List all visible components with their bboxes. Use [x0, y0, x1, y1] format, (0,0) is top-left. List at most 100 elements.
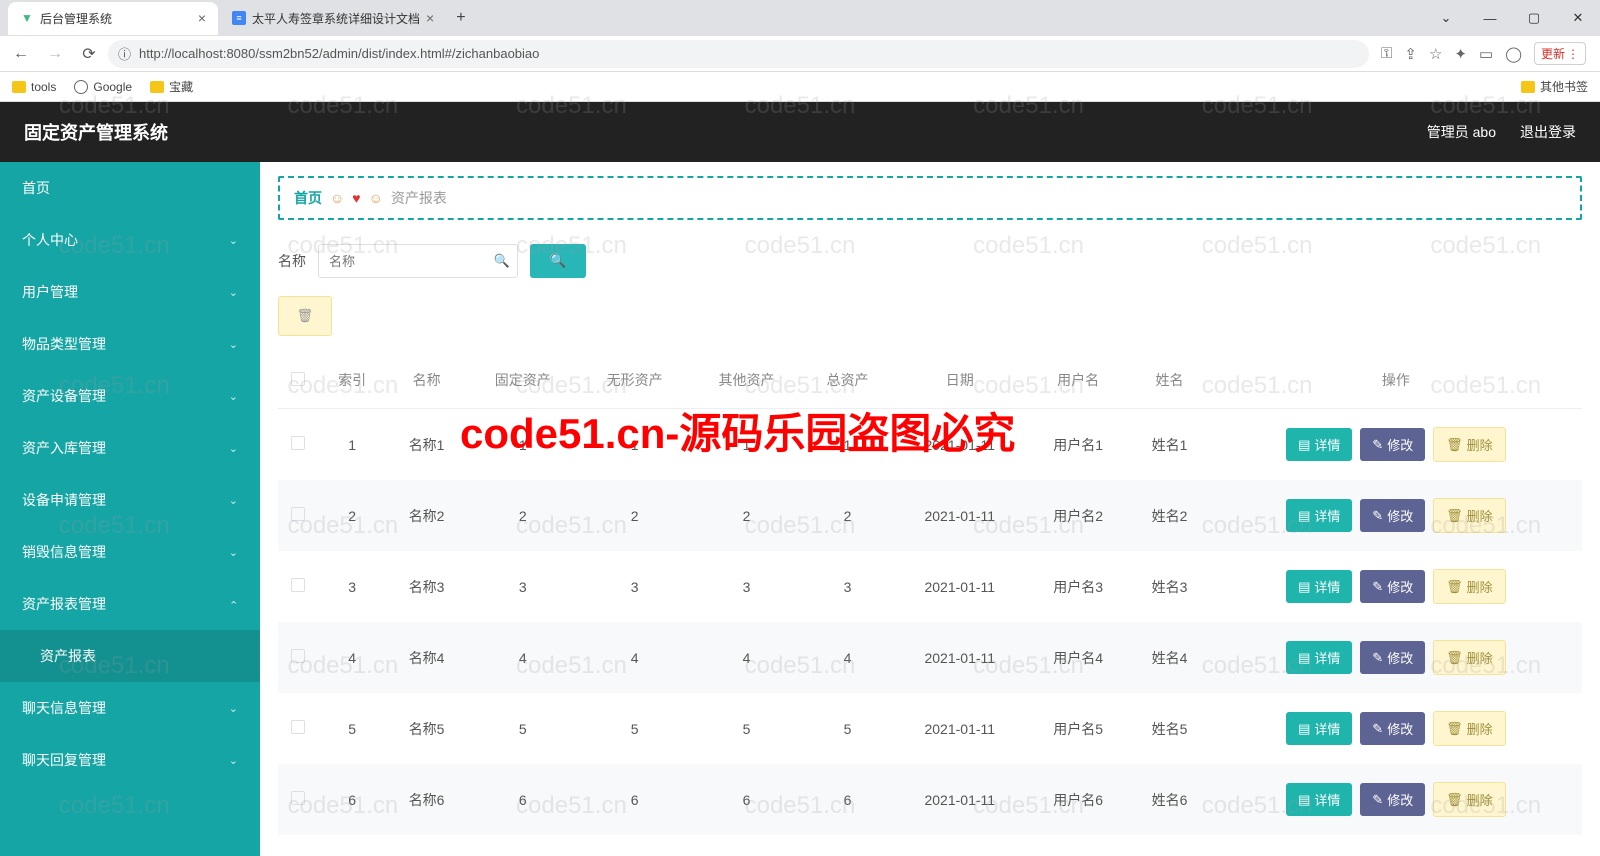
forward-button[interactable]: → — [40, 39, 70, 69]
detail-button[interactable]: ▤详情 — [1286, 570, 1352, 603]
back-button[interactable]: ← — [6, 39, 36, 69]
profile-icon[interactable]: ◯ — [1505, 45, 1522, 63]
sidebar-item-label: 资产报表管理 — [22, 594, 106, 614]
cell-user: 用户名6 — [1027, 764, 1129, 835]
sidebar-item[interactable]: 聊天信息管理⌄ — [0, 682, 260, 734]
row-checkbox[interactable] — [291, 649, 305, 663]
close-icon[interactable]: × — [198, 10, 206, 26]
cell-user: 用户名4 — [1027, 622, 1129, 693]
delete-button[interactable]: 🗑删除 — [1433, 498, 1506, 533]
detail-button[interactable]: ▤详情 — [1286, 783, 1352, 816]
sidebar-item[interactable]: 设备申请管理⌄ — [0, 474, 260, 526]
browser-tab-active[interactable]: ▼ 后台管理系统 × — [8, 2, 218, 35]
row-checkbox[interactable] — [291, 436, 305, 450]
checkbox-all[interactable] — [291, 372, 305, 386]
detail-button[interactable]: ▤详情 — [1286, 499, 1352, 532]
cell-real: 姓名2 — [1129, 480, 1209, 551]
pencil-icon: ✎ — [1372, 721, 1383, 737]
cell-total: 2 — [802, 480, 892, 551]
cell-ops: ▤详情 ✎修改 🗑删除 — [1210, 693, 1582, 764]
chevron-down-icon: ⌄ — [229, 442, 238, 455]
search-label: 名称 — [278, 251, 306, 271]
pencil-icon: ✎ — [1372, 508, 1383, 524]
new-tab-button[interactable]: + — [448, 5, 473, 31]
cell-user: 用户名2 — [1027, 480, 1129, 551]
close-window-icon[interactable]: ✕ — [1556, 2, 1600, 34]
chevron-down-icon[interactable]: ⌄ — [1424, 2, 1468, 34]
cell-date: 2021-01-11 — [893, 693, 1028, 764]
breadcrumb-home[interactable]: 首页 — [294, 188, 322, 208]
sidebar-item[interactable]: 个人中心⌄ — [0, 214, 260, 266]
sidebar-item[interactable]: 资产报表管理 ⌄ — [0, 578, 260, 630]
main-content: 首页 ☺ ♥ ☺ 资产报表 名称 🔍 🔍 🗑 索引名称固定资产无形资产其他资产总… — [260, 162, 1600, 856]
search-inline-icon[interactable]: 🔍 — [494, 253, 510, 269]
star-icon[interactable]: ☆ — [1429, 45, 1442, 63]
search-input[interactable] — [318, 244, 518, 278]
edit-button[interactable]: ✎修改 — [1360, 783, 1425, 816]
info-icon[interactable]: ⓘ — [118, 44, 131, 63]
edit-button[interactable]: ✎修改 — [1360, 712, 1425, 745]
batch-delete-button[interactable]: 🗑 — [278, 296, 332, 336]
maximize-icon[interactable]: ▢ — [1512, 2, 1556, 34]
user-label[interactable]: 管理员 abo — [1427, 122, 1496, 142]
globe-icon — [74, 80, 88, 94]
delete-button[interactable]: 🗑删除 — [1433, 569, 1506, 604]
delete-button[interactable]: 🗑删除 — [1433, 640, 1506, 675]
trash-icon: 🗑 — [1446, 721, 1463, 737]
search-button[interactable]: 🔍 — [530, 244, 586, 278]
sidebar-item[interactable]: 销毁信息管理⌄ — [0, 526, 260, 578]
edit-button[interactable]: ✎修改 — [1360, 641, 1425, 674]
sidebar-item[interactable]: 用户管理⌄ — [0, 266, 260, 318]
delete-button[interactable]: 🗑删除 — [1433, 427, 1506, 462]
sidebar-item[interactable]: 首页 — [0, 162, 260, 214]
sidebar-item[interactable]: 资产入库管理⌄ — [0, 422, 260, 474]
edit-button[interactable]: ✎修改 — [1360, 499, 1425, 532]
bookmark-item[interactable]: Google — [74, 80, 132, 94]
detail-button[interactable]: ▤详情 — [1286, 641, 1352, 674]
cell-user: 用户名1 — [1027, 409, 1129, 481]
cell-user: 用户名3 — [1027, 551, 1129, 622]
cell-real: 姓名6 — [1129, 764, 1209, 835]
bookmark-item[interactable]: tools — [12, 80, 56, 94]
refresh-button[interactable]: ⟳ — [74, 39, 104, 69]
sidebar-item[interactable]: 资产设备管理⌄ — [0, 370, 260, 422]
smile-icon: ☺ — [330, 190, 344, 206]
close-icon[interactable]: × — [426, 10, 434, 26]
cell-total: 1 — [802, 409, 892, 481]
update-button[interactable]: 更新⋮ — [1534, 42, 1586, 65]
sidebar-subitem[interactable]: 资产报表 — [0, 630, 260, 682]
breadcrumb: 首页 ☺ ♥ ☺ 资产报表 — [278, 176, 1582, 220]
detail-button[interactable]: ▤详情 — [1286, 428, 1352, 461]
sidebar-item[interactable]: 物品类型管理⌄ — [0, 318, 260, 370]
breadcrumb-step: 资产报表 — [391, 188, 447, 208]
sidebar-item[interactable]: 聊天回复管理⌄ — [0, 734, 260, 786]
detail-button[interactable]: ▤详情 — [1286, 712, 1352, 745]
delete-button[interactable]: 🗑删除 — [1433, 782, 1506, 817]
row-checkbox[interactable] — [291, 720, 305, 734]
sidebar-item-label: 设备申请管理 — [22, 490, 106, 510]
edit-button[interactable]: ✎修改 — [1360, 428, 1425, 461]
logout-link[interactable]: 退出登录 — [1520, 122, 1576, 142]
share-icon[interactable]: ⇪ — [1404, 45, 1417, 63]
reading-list-icon[interactable]: ▭ — [1479, 45, 1493, 63]
minimize-icon[interactable]: — — [1468, 2, 1512, 34]
chevron-down-icon: ⌄ — [229, 286, 238, 299]
row-checkbox[interactable] — [291, 507, 305, 521]
cell-date: 2021-01-11 — [893, 409, 1028, 481]
address-bar[interactable]: ⓘ http://localhost:8080/ssm2bn52/admin/d… — [108, 40, 1369, 68]
delete-button[interactable]: 🗑删除 — [1433, 711, 1506, 746]
chevron-down-icon: ⌄ — [229, 598, 238, 611]
extensions-icon[interactable]: ✦ — [1454, 45, 1467, 63]
row-checkbox[interactable] — [291, 791, 305, 805]
sidebar-item-label: 资产设备管理 — [22, 386, 106, 406]
browser-tab-inactive[interactable]: ≡ 太平人寿签章系统详细设计文档 × — [220, 2, 446, 35]
key-icon[interactable]: ⚿ — [1381, 45, 1392, 62]
bookmark-item[interactable]: 宝藏 — [150, 78, 193, 95]
col-header: 无形资产 — [579, 352, 691, 409]
cell-fixed: 6 — [467, 764, 579, 835]
trash-icon: 🗑 — [1446, 437, 1463, 453]
edit-button[interactable]: ✎修改 — [1360, 570, 1425, 603]
row-checkbox[interactable] — [291, 578, 305, 592]
cell-other: 4 — [691, 622, 803, 693]
other-bookmarks[interactable]: 其他书签 — [1521, 78, 1588, 95]
